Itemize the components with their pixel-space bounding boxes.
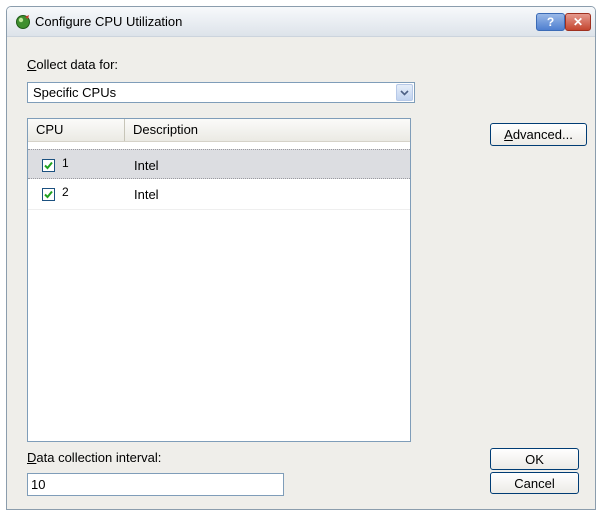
cancel-button[interactable]: Cancel: [490, 472, 579, 494]
advanced-button[interactable]: Advanced...: [490, 123, 587, 146]
cpu-list[interactable]: CPU Description 1 Intel 2 Intel: [27, 118, 411, 442]
cpu-description: Intel: [134, 187, 159, 202]
collect-data-value: Specific CPUs: [33, 85, 117, 100]
checkmark-icon: [44, 190, 53, 199]
interval-label-text: Data collection interval:: [27, 450, 162, 465]
interval-input-box[interactable]: [27, 473, 284, 496]
close-button[interactable]: ✕: [565, 13, 591, 31]
table-row[interactable]: 2 Intel: [28, 179, 410, 210]
help-button[interactable]: ?: [536, 13, 565, 31]
title-bar[interactable]: Configure CPU Utilization ? ✕: [7, 7, 595, 37]
checkmark-icon: [44, 161, 53, 170]
table-row[interactable]: 1 Intel: [28, 149, 410, 179]
cpu-checkbox[interactable]: [42, 188, 55, 201]
cpu-checkbox[interactable]: [42, 159, 55, 172]
column-header-cpu[interactable]: CPU: [28, 119, 125, 141]
window-title: Configure CPU Utilization: [35, 14, 183, 29]
ok-button-label: OK: [525, 451, 544, 467]
cancel-button-label: Cancel: [514, 475, 555, 491]
collect-data-label: Collect data for:: [27, 57, 118, 72]
interval-label: Data collection interval:: [27, 450, 161, 465]
collect-data-select[interactable]: Specific CPUs: [27, 82, 415, 103]
cpu-number: 2: [62, 185, 69, 199]
advanced-button-label: Advanced...: [504, 127, 573, 142]
cpu-number: 1: [62, 156, 69, 170]
ok-button[interactable]: OK: [490, 448, 579, 470]
close-icon: ✕: [572, 15, 584, 29]
app-icon: [16, 15, 30, 29]
cpu-description: Intel: [134, 158, 159, 173]
configure-cpu-dialog: Configure CPU Utilization ? ✕ Collect da…: [6, 6, 596, 510]
list-header: CPU Description: [28, 119, 410, 142]
interval-input[interactable]: [31, 477, 271, 492]
column-header-description[interactable]: Description: [125, 119, 410, 141]
help-icon: ?: [546, 15, 555, 29]
chevron-down-icon[interactable]: [396, 84, 413, 101]
collect-data-label-text: Collect data for:: [27, 57, 119, 72]
